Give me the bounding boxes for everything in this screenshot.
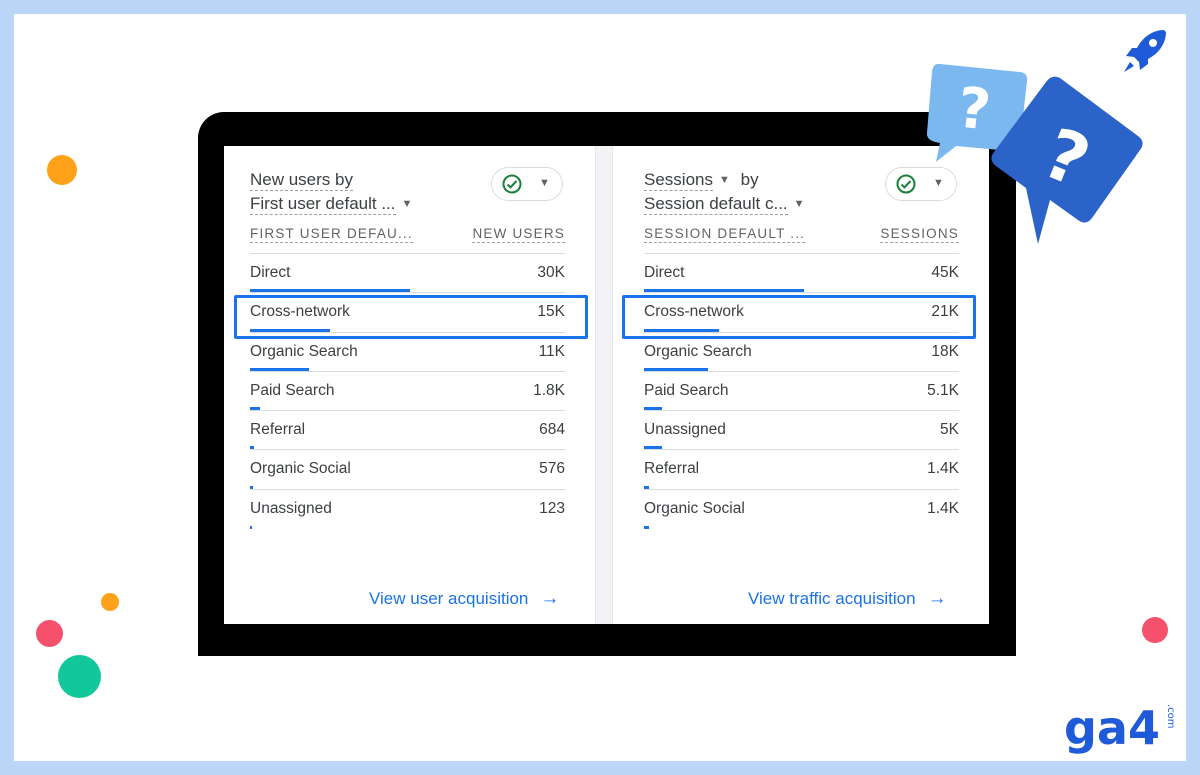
ga4-logo: ga4 .com [1064,701,1176,754]
row-label: Unassigned [250,499,332,517]
caret-down-icon: ▼ [793,198,805,210]
metric-selector[interactable]: Sessions ▼ [644,170,730,191]
arrow-right-icon: → [927,588,947,609]
caret-down-icon: ▼ [933,177,944,189]
row-label: Paid Search [644,381,729,399]
row-share-bar [644,526,649,530]
row-label: Paid Search [250,381,335,399]
row-label: Direct [644,264,685,281]
column-header-metric[interactable]: NEW USERS [472,226,565,243]
row-label: Unassigned [644,421,726,439]
row-value: 18K [931,342,959,360]
check-circle-icon [896,174,916,194]
row-share-bar [250,485,254,489]
table-row[interactable]: Paid Search 1.8K [250,372,565,412]
rocket-icon [1124,30,1166,72]
table-row[interactable]: Direct 30K [250,254,565,294]
card-divider [595,146,613,624]
table-row[interactable]: Organic Social 1.4K [644,490,959,530]
sessions-card: Sessions ▼ by Session default c... ▼ ▼ SES… [613,146,989,624]
table-row[interactable]: Paid Search 5.1K [644,372,959,412]
row-share-bar [250,289,410,293]
row-share-bar [644,485,649,489]
row-value: 30K [537,264,565,281]
row-label: Organic Search [644,342,752,360]
table-row[interactable]: Referral 1.4K [644,450,959,490]
row-share-bar [644,367,708,371]
table-row[interactable]: Referral 684 [250,411,565,451]
question-bubble-icon: ? [991,76,1143,245]
view-user-acquisition-link[interactable]: View user acquisition → [369,588,559,610]
row-label: Organic Social [644,499,745,517]
row-share-bar [644,407,663,411]
row-value: 123 [539,499,565,517]
row-value: 684 [539,421,565,439]
decor-dot-pink-right [1142,617,1168,643]
row-value: 576 [539,460,565,478]
compare-check-button[interactable]: ▼ [491,167,563,201]
row-label: Referral [250,421,306,439]
table-row[interactable]: Unassigned 5K [644,411,959,451]
row-value: 1.4K [927,460,959,478]
highlight-box-left [234,295,588,339]
row-value: 11K [538,342,565,360]
caret-down-icon: ▼ [401,198,413,210]
svg-text:.com: .com [1165,704,1176,729]
column-header-dimension[interactable]: SESSION DEFAULT ... [644,226,806,243]
card-title-line1: New users by [250,170,353,191]
table-row[interactable]: Organic Social 576 [250,450,565,490]
caret-down-icon: ▼ [539,177,550,189]
row-label: Organic Search [250,342,358,360]
decor-dot-teal [58,655,101,698]
decor-dot-orange-large [47,155,77,185]
row-label: Organic Social [250,460,351,478]
highlight-box-right [622,295,976,339]
dimension-selector[interactable]: Session default c... ▼ [644,194,805,215]
row-value: 1.8K [533,381,565,399]
dimension-selector[interactable]: First user default ... ▼ [250,194,413,215]
row-share-bar [644,446,662,450]
row-share-bar [644,289,804,293]
card-title-line1: Sessions ▼ by [644,170,759,191]
row-value: 45K [931,264,959,281]
decor-dot-pink-left [36,620,63,647]
row-label: Direct [250,264,291,281]
check-circle-icon [502,174,522,194]
new-users-card: New users by First user default ... ▼ ▼ F… [224,146,595,624]
column-header-metric[interactable]: SESSIONS [880,226,959,243]
table-row[interactable]: Direct 45K [644,254,959,294]
row-share-bar [250,367,310,371]
column-header-dimension[interactable]: FIRST USER DEFAU... [250,226,413,243]
row-share-bar [250,446,254,450]
compare-check-button[interactable]: ▼ [885,167,957,201]
row-share-bar [250,407,260,411]
svg-text:ga4: ga4 [1064,701,1160,754]
view-traffic-acquisition-link[interactable]: View traffic acquisition → [748,588,947,610]
arrow-right-icon: → [540,588,560,609]
row-label: Referral [644,460,700,478]
decor-dot-orange-small [101,593,119,611]
row-value: 5.1K [927,381,959,399]
row-value: 1.4K [927,499,959,517]
caret-down-icon: ▼ [718,174,730,186]
table-row[interactable]: Unassigned 123 [250,490,565,530]
row-value: 5K [940,421,959,439]
row-share-bar [250,526,252,530]
